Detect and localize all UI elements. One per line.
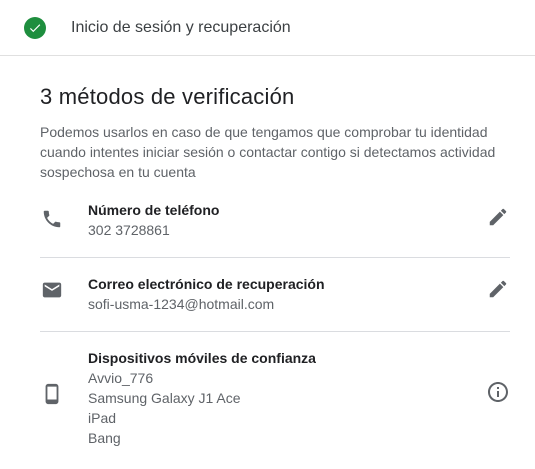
section-header[interactable]: Inicio de sesión y recuperación <box>0 0 535 56</box>
smartphone-icon <box>40 382 64 406</box>
section-header-title: Inicio de sesión y recuperación <box>71 18 291 36</box>
method-label: Número de teléfono <box>88 202 220 218</box>
verification-methods-panel: 3 métodos de verificación Podemos usarlo… <box>40 56 510 462</box>
phone-icon <box>40 207 64 231</box>
method-recovery-email[interactable]: Correo electrónico de recuperación sofi-… <box>40 258 510 332</box>
method-phone[interactable]: Número de teléfono 302 3728861 <box>40 199 510 258</box>
method-value: 302 3728861 <box>88 222 170 238</box>
device-name: Samsung Galaxy J1 Ace <box>88 390 241 406</box>
page-title: 3 métodos de verificación <box>40 84 295 109</box>
method-value: sofi-usma-1234@hotmail.com <box>88 296 275 312</box>
check-circle-icon <box>24 16 46 39</box>
info-icon[interactable] <box>486 380 510 404</box>
method-label: Dispositivos móviles de confianza <box>88 350 316 366</box>
edit-icon[interactable] <box>486 205 510 229</box>
device-name: iPad <box>88 410 117 426</box>
method-trusted-devices[interactable]: Dispositivos móviles de confianza Avvio_… <box>40 332 510 462</box>
device-name: Avvio_776 <box>88 370 154 386</box>
edit-icon[interactable] <box>486 277 510 301</box>
email-icon <box>40 278 64 302</box>
device-name: Bang <box>88 430 121 446</box>
page-description: Podemos usarlos en caso de que tengamos … <box>40 124 496 180</box>
method-label: Correo electrónico de recuperación <box>88 276 325 292</box>
